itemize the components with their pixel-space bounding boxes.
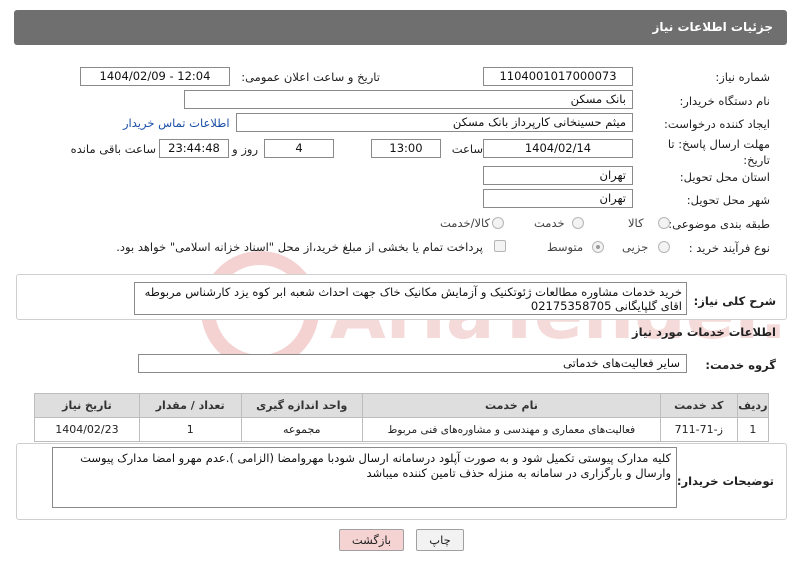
cell-unit: مجموعه: [240, 417, 363, 442]
announce-field: 1404/02/09 - 12:04: [80, 67, 230, 86]
remaining-label: ساعت باقی مانده: [70, 142, 156, 156]
process-option-medium: متوسط: [547, 240, 584, 254]
need-number-field: 1104001017000073: [483, 67, 633, 86]
buyer-org-label: نام دستگاه خریدار:: [679, 94, 770, 108]
process-radio-minor[interactable]: [658, 241, 670, 253]
col-qty: تعداد / مقدار: [138, 393, 242, 418]
col-row: ردیف: [736, 393, 770, 418]
process-option-minor: جزیی: [622, 240, 649, 254]
col-code: کد خدمت: [659, 393, 738, 418]
category-radio-goods-service[interactable]: [492, 217, 504, 229]
creator-label: ایجاد کننده درخواست:: [664, 117, 770, 131]
need-summary-text: خرید خدمات مشاوره مطالعات ژئوتکنیک و آزم…: [134, 282, 687, 315]
header-bar: جزئیات اطلاعات نیاز: [14, 10, 787, 45]
service-group-field: سایر فعالیت‌های خدماتی: [138, 354, 687, 373]
back-button[interactable]: بازگشت: [339, 529, 404, 551]
cell-date: 1404/02/23: [34, 417, 140, 442]
col-date: تاریخ نیاز: [34, 393, 140, 418]
category-option-goods: کالا: [628, 216, 644, 230]
category-label: طبقه بندی موضوعی:: [668, 217, 770, 231]
days-label: روز و: [232, 142, 258, 156]
col-unit: واحد اندازه گیری: [240, 393, 363, 418]
deadline-date-field: 1404/02/14: [483, 139, 633, 158]
cell-name: فعالیت‌های معماری و مهندسی و مشاوره‌های …: [361, 417, 661, 442]
service-group-label: گروه خدمت:: [705, 358, 776, 372]
deadline-time-label: ساعت: [451, 142, 483, 156]
need-number-label: شماره نیاز:: [715, 70, 770, 84]
col-name: نام خدمت: [361, 393, 661, 418]
province-label: استان محل تحویل:: [679, 170, 770, 184]
services-table: ردیف کد خدمت نام خدمت واحد اندازه گیری ت…: [34, 393, 770, 442]
deadline-label: مهلت ارسال پاسخ: تا تاریخ:: [667, 137, 770, 167]
category-option-goods-service: کالا/خدمت: [440, 216, 491, 230]
province-field: تهران: [483, 166, 633, 185]
buyer-org-field: بانک مسکن: [184, 90, 633, 109]
contact-info-link[interactable]: اطلاعات تماس خریدار: [123, 116, 230, 130]
treasury-payment-checkbox[interactable]: [494, 240, 506, 252]
cell-qty: 1: [138, 417, 242, 442]
services-title: اطلاعات خدمات مورد نیاز: [632, 325, 776, 339]
need-summary-label: شرح کلی نیاز:: [693, 294, 776, 308]
category-option-service: خدمت: [534, 216, 565, 230]
city-label: شهر محل تحویل:: [686, 193, 770, 207]
buyer-notes-text: کلیه مدارک پیوستی تکمیل شود و به صورت آپ…: [52, 447, 677, 508]
city-field: تهران: [483, 189, 633, 208]
category-radio-goods[interactable]: [658, 217, 670, 229]
print-button[interactable]: چاپ: [416, 529, 464, 551]
page-title: جزئیات اطلاعات نیاز: [652, 20, 773, 34]
remaining-time-field: 23:44:48: [159, 139, 229, 158]
cell-row: 1: [736, 417, 770, 442]
category-radio-service[interactable]: [572, 217, 584, 229]
buyer-notes-label: توضیحات خریدار:: [676, 474, 774, 488]
process-radio-medium[interactable]: [592, 241, 604, 253]
deadline-time-field: 13:00: [371, 139, 441, 158]
process-label: نوع فرآیند خرید :: [688, 241, 770, 255]
announce-label: تاریخ و ساعت اعلان عمومی:: [241, 70, 380, 84]
days-field: 4: [264, 139, 334, 158]
services-table-header: ردیف کد خدمت نام خدمت واحد اندازه گیری ت…: [34, 393, 770, 418]
table-row: 1 ز-71-711 فعالیت‌های معماری و مهندسی و …: [34, 417, 770, 442]
creator-field: میثم حسینخانی کارپرداز بانک مسکن: [236, 113, 633, 132]
treasury-payment-note: پرداخت تمام یا بخشی از مبلغ خرید،از محل …: [116, 240, 483, 254]
cell-code: ز-71-711: [659, 417, 738, 442]
